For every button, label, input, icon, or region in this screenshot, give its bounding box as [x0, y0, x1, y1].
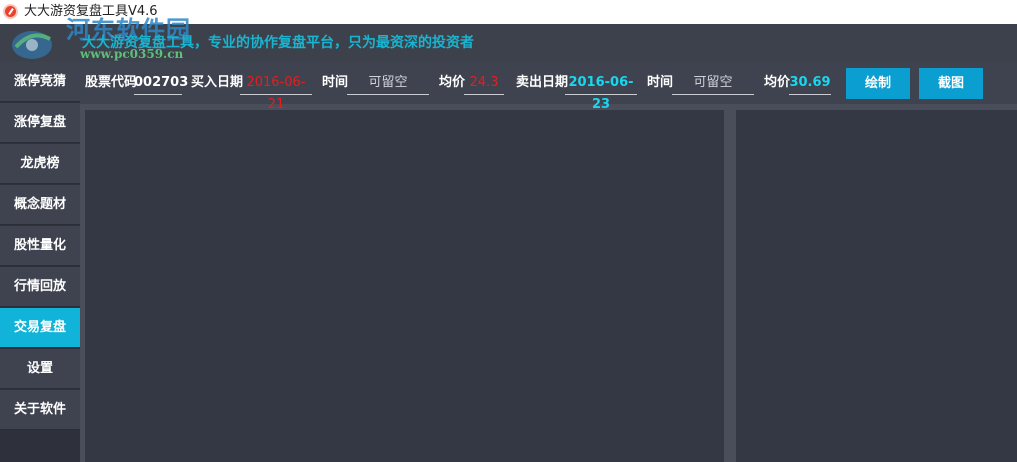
sell-date-input[interactable]: 2016-06-23 — [565, 72, 637, 112]
sidebar-item-limit-up-review[interactable]: 涨停复盘 — [0, 103, 80, 143]
draw-button[interactable]: 绘制 — [846, 68, 910, 99]
buy-date-label: 买入日期 — [191, 75, 244, 90]
buy-time-label: 时间 — [322, 75, 349, 90]
buy-price-input[interactable]: 24.3 — [464, 72, 504, 95]
sidebar-item-stock-quant[interactable]: 股性量化 — [0, 226, 80, 266]
watermark-url: www.pc0359.cn — [80, 47, 184, 61]
stock-code-input[interactable]: 002703 — [134, 72, 188, 95]
sell-price-input[interactable]: 30.69 — [789, 72, 831, 95]
app-logo-icon — [3, 4, 18, 19]
screenshot-button[interactable]: 截图 — [919, 68, 983, 99]
detail-panel — [736, 110, 1017, 462]
sell-date-label: 卖出日期 — [516, 75, 569, 90]
sidebar-item-trade-review[interactable]: 交易复盘 — [0, 308, 80, 348]
header-banner: 河东软件园 大大游资复盘工具，专业的协作复盘平台，只为最资深的投资者 www.p… — [0, 16, 1017, 62]
sidebar-item-dragon-tiger-list[interactable]: 龙虎榜 — [0, 144, 80, 184]
sidebar-item-market-replay[interactable]: 行情回放 — [0, 267, 80, 307]
watermark-logo-icon — [12, 31, 52, 59]
buy-time-input[interactable]: 可留空 — [347, 72, 429, 95]
sell-time-input[interactable]: 可留空 — [672, 72, 754, 95]
buy-date-input[interactable]: 2016-06-21 — [240, 72, 312, 112]
sidebar-item-limit-up-guess[interactable]: 涨停竞猜 — [0, 62, 80, 102]
stock-code-label: 股票代码 — [85, 75, 138, 90]
chart-panel — [85, 110, 724, 462]
sell-price-label: 均价 — [764, 75, 791, 90]
buy-price-label: 均价 — [439, 75, 466, 90]
sidebar: 涨停竞猜 涨停复盘 龙虎榜 概念题材 股性量化 行情回放 交易复盘 设置 关于软… — [0, 62, 80, 462]
sell-time-label: 时间 — [647, 75, 674, 90]
sidebar-item-concept-topics[interactable]: 概念题材 — [0, 185, 80, 225]
trade-form-toolbar: 股票代码 002703 买入日期 2016-06-21 时间 可留空 均价 24… — [80, 62, 1017, 112]
sidebar-item-about[interactable]: 关于软件 — [0, 390, 80, 430]
sidebar-item-settings[interactable]: 设置 — [0, 349, 80, 389]
